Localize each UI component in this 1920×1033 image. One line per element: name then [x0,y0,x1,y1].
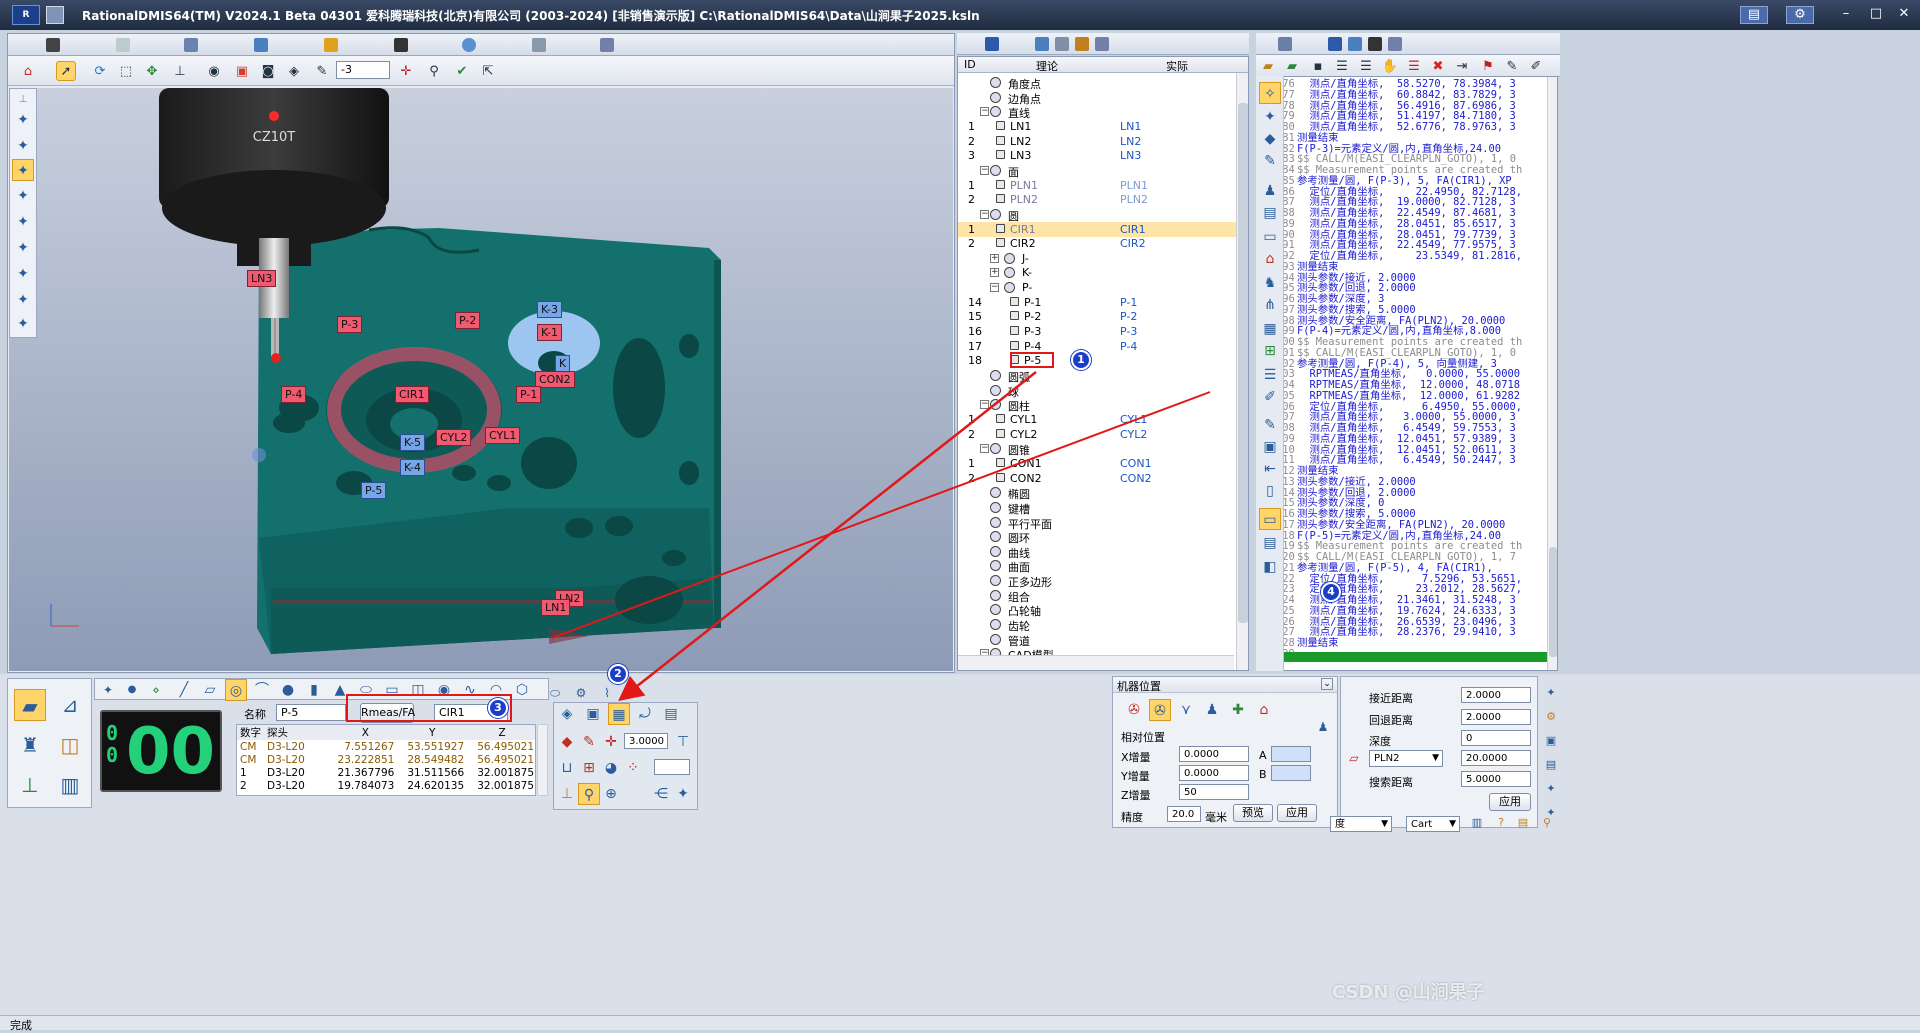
side-doc-icon[interactable]: ▯ [1259,480,1281,502]
side-edit-icon[interactable]: ✎ [1259,150,1281,172]
side-grid-icon[interactable]: ▦ [1259,318,1281,340]
left-tool-strip: ⊥ ✦ ✦ ✦ ✦ ✦ ✦ ✦ ✦ ✦ [9,88,37,338]
side-add-icon[interactable]: ⊞ [1259,340,1281,362]
side-home-icon[interactable]: ⌂ [1259,248,1281,270]
probe-tool-6-icon[interactable]: ✦ [12,237,34,259]
side-list-icon[interactable]: ☰ [1259,364,1281,386]
probe-tool-5-icon[interactable]: ✦ [12,211,34,233]
probe-tool-8-icon[interactable]: ✦ [12,289,34,311]
probe-tool-3-icon[interactable]: ✦ [12,159,34,181]
side-run-icon[interactable]: ♞ [1259,272,1281,294]
side-layer-icon[interactable]: ▭ [1259,226,1281,248]
probe-tool-2-icon[interactable]: ✦ [12,135,34,157]
side-edit2-icon[interactable]: ✎ [1259,414,1281,436]
pin-icon[interactable]: ⊥ [12,89,34,111]
side-frame-icon[interactable]: ▭ [1259,508,1281,530]
probe-tool-7-icon[interactable]: ✦ [12,263,34,285]
side-note-icon[interactable]: ✐ [1259,386,1281,408]
side-probe-icon[interactable]: ✦ [1259,106,1281,128]
probe-tool-4-icon[interactable]: ✦ [12,185,34,207]
side-plane-icon[interactable]: ◆ [1259,128,1281,150]
code-side-toolbar: ✧ ✦ ◆ ✎ ♟ ▤ ▭ ⌂ ♞ ⋔ ▦ ⊞ ☰ ✐ ✎ ▣ ⇤ ▯ ▭ ▤ … [1256,76,1284,671]
probe-tool-1-icon[interactable]: ✦ [12,109,34,131]
side-window-icon[interactable]: ▣ [1259,436,1281,458]
side-tree-icon[interactable]: ⋔ [1259,294,1281,316]
side-stylus-icon[interactable]: ♟ [1259,180,1281,202]
probe-tool-9-icon[interactable]: ✦ [12,313,34,335]
annotation-arrows [551,371,1211,702]
side-arrow-icon[interactable]: ⇤ [1259,458,1281,480]
side-report-icon[interactable]: ▤ [1259,532,1281,554]
side-mirror-icon[interactable]: ◧ [1259,556,1281,578]
side-block-icon[interactable]: ▤ [1259,202,1281,224]
side-pin-icon[interactable]: ✧ [1259,82,1281,104]
